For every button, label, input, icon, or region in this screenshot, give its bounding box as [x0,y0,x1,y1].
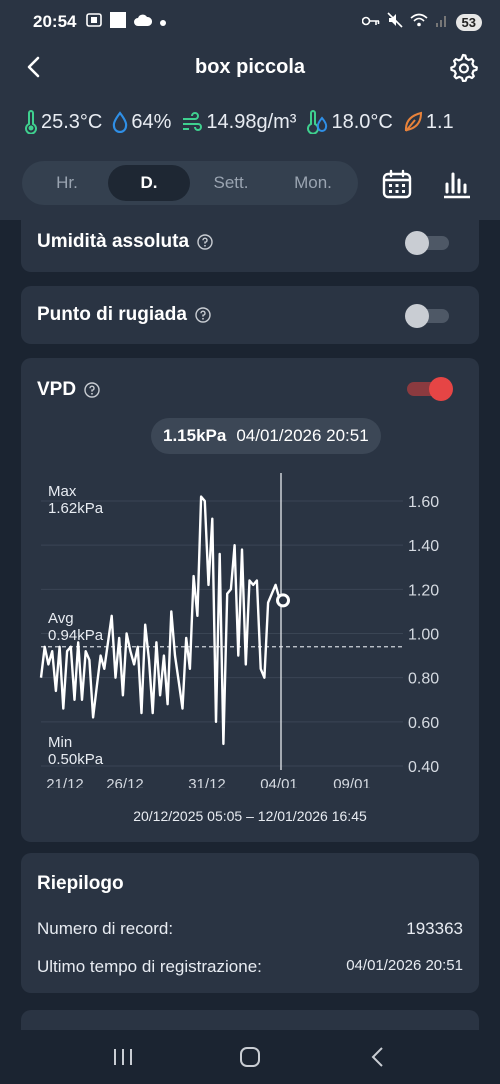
app-header: box piccola 25.3°C 64% 14.98g/m³ 18.0°C … [0,44,500,220]
bar-chart-icon [444,172,470,199]
tab-day[interactable]: D. [108,165,190,201]
tab-week[interactable]: Sett. [190,165,272,201]
summary-title: Riepilogo [37,873,124,894]
vpd-chart[interactable]: 1.60 1.40 1.20 1.00 0.80 0.60 0.40 21/12 26/12 31… [21,358,479,788]
y-tick-label: 0.80 [408,671,439,688]
reading-dew-point: 18.0°C [306,110,393,134]
reading-value: 25.3°C [41,110,103,133]
metric-card-dew-point: Punto di rugiada [21,286,479,344]
last-time-label: Ultimo tempo di registrazione: [37,957,262,976]
records-row: Numero di record: 193363 [37,919,463,939]
system-nav-bar [0,1030,500,1084]
back-arrow-icon [371,1047,383,1067]
home-button[interactable] [230,1037,270,1077]
cursor-point [276,593,290,608]
calendar-icon [382,169,412,199]
leaf-icon [404,111,422,132]
chart-type-button[interactable] [441,168,473,200]
status-time: 20:54 [33,12,77,31]
reading-temperature: 25.3°C [24,110,102,134]
help-icon[interactable] [195,307,211,323]
reading-value: 1.1 [425,110,454,133]
last-time-row: Ultimo tempo di registrazione: 04/01/202… [37,957,463,977]
back-nav-button[interactable] [357,1037,397,1077]
tab-hour[interactable]: Hr. [26,165,108,201]
avg-label: Avg 0.94kPa [48,610,103,644]
reading-value: 64% [131,110,172,133]
settings-button[interactable] [448,52,478,83]
reading-absolute-humidity: 14.98g/m³ [181,111,296,134]
reading-vpd: 1.1 [403,111,454,134]
summary-card: Riepilogo Numero di record: 193363 Ultim… [21,853,479,993]
key-icon [361,13,380,31]
y-tick-label: 0.40 [408,759,439,776]
y-tick-label: 1.00 [408,627,439,644]
recents-icon [114,1049,133,1065]
y-tick-label: 1.20 [408,582,439,599]
water-drop-icon [113,111,128,133]
x-tick-label: 09/01 [333,776,371,788]
absolute-humidity-toggle[interactable] [405,231,449,255]
help-icon[interactable] [197,234,213,250]
wifi-icon [410,13,428,32]
gear-icon [450,53,478,83]
metric-card-absolute-humidity: Umidità assoluta [21,214,479,272]
max-label-text: Max [48,483,77,500]
y-tick-label: 1.40 [408,538,439,555]
max-label: Max 1.62kPa [48,483,103,517]
status-bar: 20:54 53 [0,0,500,44]
dot-icon [160,13,167,31]
min-value: 0.50kPa [48,751,104,768]
min-label-text: Min [48,734,73,751]
y-tick-label: 1.60 [408,494,439,511]
reading-value: 14.98g/m³ [206,110,297,133]
min-label: Min 0.50kPa [48,734,103,768]
reading-humidity: 64% [112,111,171,134]
max-value: 1.62kPa [48,500,104,517]
records-value: 193363 [406,919,463,938]
last-time-value: 04/01/2026 20:51 [346,957,463,974]
thermometer-icon [25,110,37,134]
app-square-icon [110,11,127,33]
signal-icon [435,13,449,32]
page-title: box piccola [194,56,306,78]
current-readings: 25.3°C 64% 14.98g/m³ 18.0°C 1.1 [24,110,454,134]
screenshot-icon [86,12,103,32]
x-tick-label: 31/12 [188,776,226,788]
calendar-button[interactable] [381,168,413,200]
recents-button[interactable] [103,1037,143,1077]
metric-label: Punto di rugiada [37,304,187,325]
cloud-icon [134,13,153,31]
battery-indicator: 53 [455,13,482,31]
period-tabs: Hr. D. Sett. Mon. [22,161,358,205]
x-tick-label: 26/12 [106,776,144,788]
home-icon [239,1047,260,1067]
records-label: Numero di record: [37,919,174,938]
dew-point-toggle[interactable] [405,304,449,328]
dew-point-icon [307,110,328,134]
avg-value: 0.94kPa [48,627,104,644]
x-tick-label: 04/01 [260,776,298,788]
date-range: 20/12/2025 05:05 – 12/01/2026 16:45 [133,808,367,824]
reading-value: 18.0°C [331,110,393,133]
tab-month[interactable]: Mon. [272,165,354,201]
metric-label: Umidità assoluta [37,231,190,252]
mute-icon [386,11,403,33]
x-tick-label: 21/12 [46,776,84,788]
y-tick-label: 0.60 [408,715,439,732]
vpd-card: VPD 1.15kPa 04/01/2026 20:51 1.60 1.40 1.2… [21,358,479,842]
wind-icon [183,112,203,131]
avg-label-text: Avg [48,610,74,627]
